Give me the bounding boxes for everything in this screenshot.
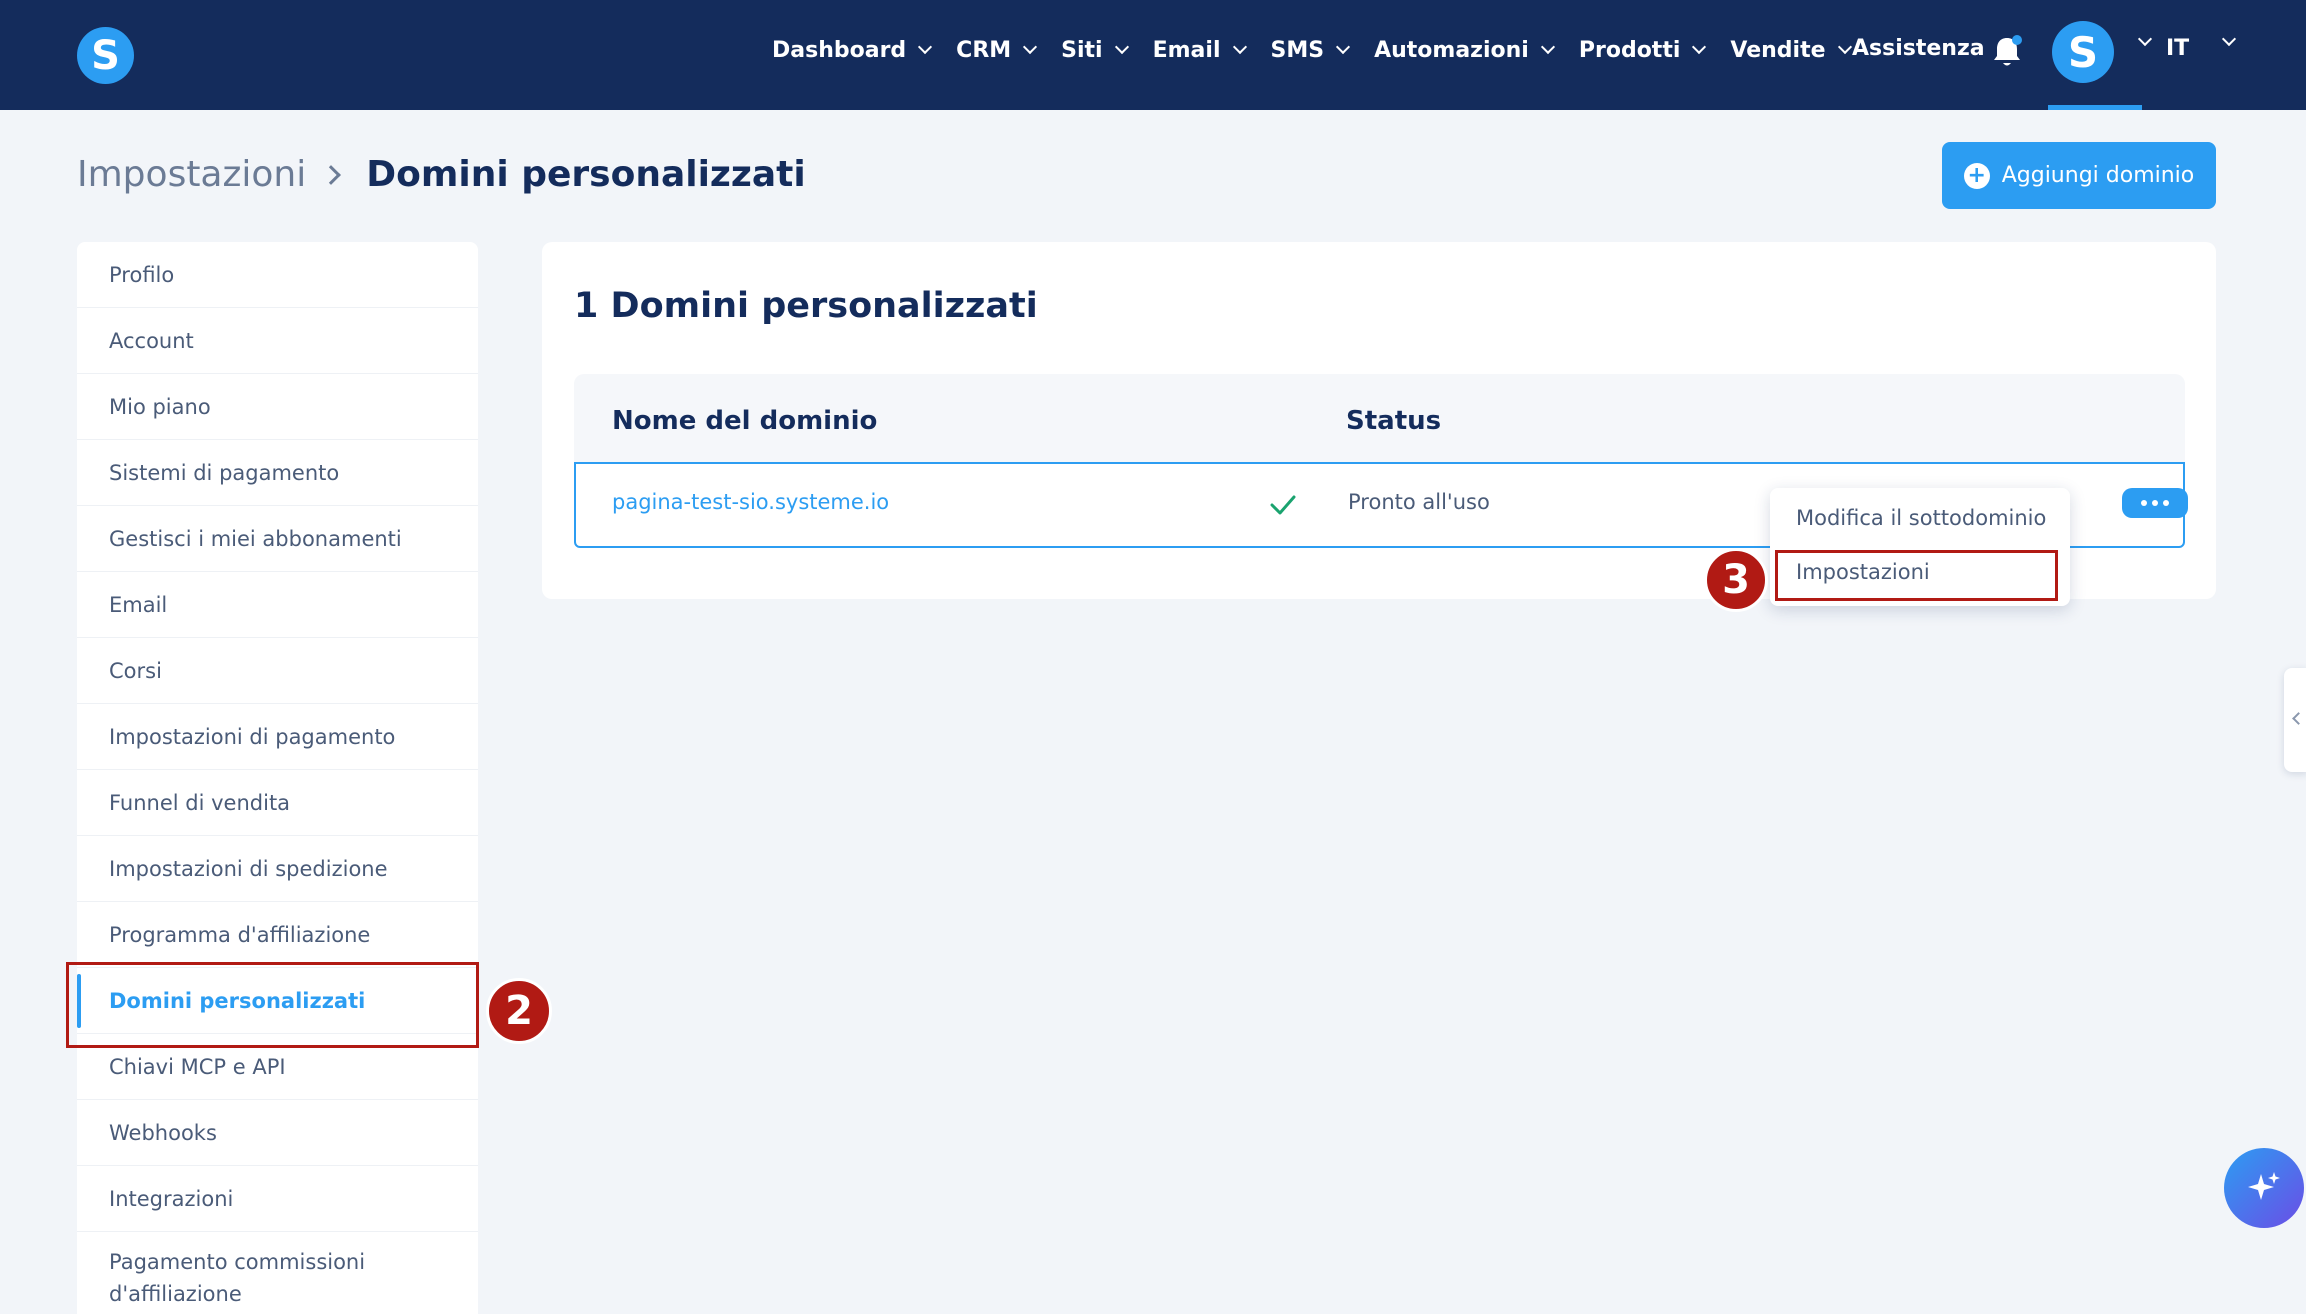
nav-dashboard[interactable]: Dashboard (772, 37, 933, 63)
sidebar-item-abbonamenti[interactable]: Gestisci i miei abbonamenti (77, 506, 478, 572)
chevron-down-icon[interactable] (2221, 31, 2237, 47)
assistance-link[interactable]: Assistenza (1852, 36, 1985, 61)
side-panel-toggle[interactable] (2284, 668, 2306, 772)
sidebar-item-integrazioni[interactable]: Integrazioni (77, 1166, 478, 1232)
add-domain-label: Aggiungi dominio (2001, 163, 2195, 188)
menu-item-edit-subdomain[interactable]: Modifica il sottodominio (1796, 506, 2046, 530)
main-menu: Dashboard CRM Siti Email SMS Automazioni… (772, 0, 1876, 100)
nav-automazioni[interactable]: Automazioni (1374, 37, 1555, 63)
domain-link[interactable]: pagina-test-sio.systeme.io (612, 490, 889, 514)
nav-email[interactable]: Email (1152, 37, 1247, 63)
checkmark-icon (1268, 490, 1298, 520)
chevron-down-icon (1336, 39, 1351, 55)
add-domain-button[interactable]: + Aggiungi dominio (1942, 142, 2216, 209)
chevron-down-icon (1114, 39, 1129, 55)
status-text: Pronto all'uso (1348, 490, 1490, 514)
user-avatar[interactable]: S (2052, 21, 2114, 83)
chevron-left-icon (2292, 712, 2305, 725)
more-options-button[interactable] (2122, 488, 2188, 518)
chevron-down-icon (1232, 39, 1247, 55)
nav-siti[interactable]: Siti (1061, 37, 1129, 63)
top-navigation: S Dashboard CRM Siti Email SMS Automazio… (0, 0, 2306, 110)
column-header-domain: Nome del dominio (612, 406, 878, 436)
sparkle-icon (2248, 1172, 2280, 1200)
dot-icon (2163, 500, 2169, 506)
menu-item-settings[interactable]: Impostazioni (1796, 560, 1930, 584)
nav-label: Vendite (1730, 37, 1826, 63)
sidebar-item-account[interactable]: Account (77, 308, 478, 374)
sidebar-item-webhooks[interactable]: Webhooks (77, 1100, 478, 1166)
nav-vendite[interactable]: Vendite (1730, 37, 1852, 63)
sidebar-item-corsi[interactable]: Corsi (77, 638, 478, 704)
sidebar-item-funnel[interactable]: Funnel di vendita (77, 770, 478, 836)
chevron-down-icon (1023, 39, 1038, 55)
page-title: Domini personalizzati (366, 154, 806, 195)
sidebar-item-email[interactable]: Email (77, 572, 478, 638)
chevron-down-icon (918, 39, 933, 55)
table-header: Nome del dominio Status (574, 374, 2185, 466)
ai-assistant-button[interactable] (2224, 1148, 2304, 1228)
column-header-status: Status (1346, 406, 1442, 436)
chevron-down-icon (1692, 39, 1707, 55)
chevron-right-icon (321, 164, 342, 185)
nav-sms[interactable]: SMS (1270, 37, 1351, 63)
systeme-logo[interactable]: S (77, 27, 134, 84)
breadcrumb-parent[interactable]: Impostazioni (77, 154, 306, 195)
sidebar-item-chiavi-api[interactable]: Chiavi MCP e API (77, 1034, 478, 1100)
sidebar-item-spedizione[interactable]: Impostazioni di spedizione (77, 836, 478, 902)
nav-label: CRM (956, 37, 1012, 63)
sidebar-item-affiliazione[interactable]: Programma d'affiliazione (77, 902, 478, 968)
dot-icon (2152, 500, 2158, 506)
chevron-down-icon (1837, 39, 1852, 55)
nav-label: Automazioni (1374, 37, 1529, 63)
settings-sidebar: Profilo Account Mio piano Sistemi di pag… (77, 242, 478, 1314)
step-badge: 3 (1704, 548, 1768, 612)
sidebar-item-mio-piano[interactable]: Mio piano (77, 374, 478, 440)
plus-circle-icon: + (1963, 162, 1990, 189)
avatar-active-indicator (2048, 105, 2142, 110)
dot-icon (2141, 500, 2147, 506)
sidebar-item-domini[interactable]: Domini personalizzati (77, 968, 478, 1034)
nav-label: Siti (1061, 37, 1103, 63)
nav-label: Prodotti (1578, 37, 1681, 63)
language-selector[interactable]: IT (2166, 36, 2189, 61)
sidebar-item-sistemi-pagamento[interactable]: Sistemi di pagamento (77, 440, 478, 506)
chevron-down-icon[interactable] (2137, 31, 2153, 47)
nav-label: Email (1152, 37, 1221, 63)
sidebar-item-commissioni[interactable]: Pagamento commissioni d'affiliazione (77, 1232, 377, 1314)
notification-bell-icon[interactable] (1990, 34, 2024, 70)
nav-crm[interactable]: CRM (956, 37, 1038, 63)
chevron-down-icon (1540, 39, 1555, 55)
sidebar-item-impostazioni-pagamento[interactable]: Impostazioni di pagamento (77, 704, 478, 770)
sidebar-item-profilo[interactable]: Profilo (77, 242, 478, 308)
nav-label: Dashboard (772, 37, 907, 63)
breadcrumb: Impostazioni Domini personalizzati (77, 154, 806, 195)
nav-label: SMS (1270, 37, 1325, 63)
nav-prodotti[interactable]: Prodotti (1578, 37, 1707, 63)
step-badge: 2 (486, 978, 552, 1044)
row-actions-dropdown: Modifica il sottodominio Impostazioni (1770, 488, 2070, 606)
card-title: 1 Domini personalizzati (574, 286, 1038, 326)
